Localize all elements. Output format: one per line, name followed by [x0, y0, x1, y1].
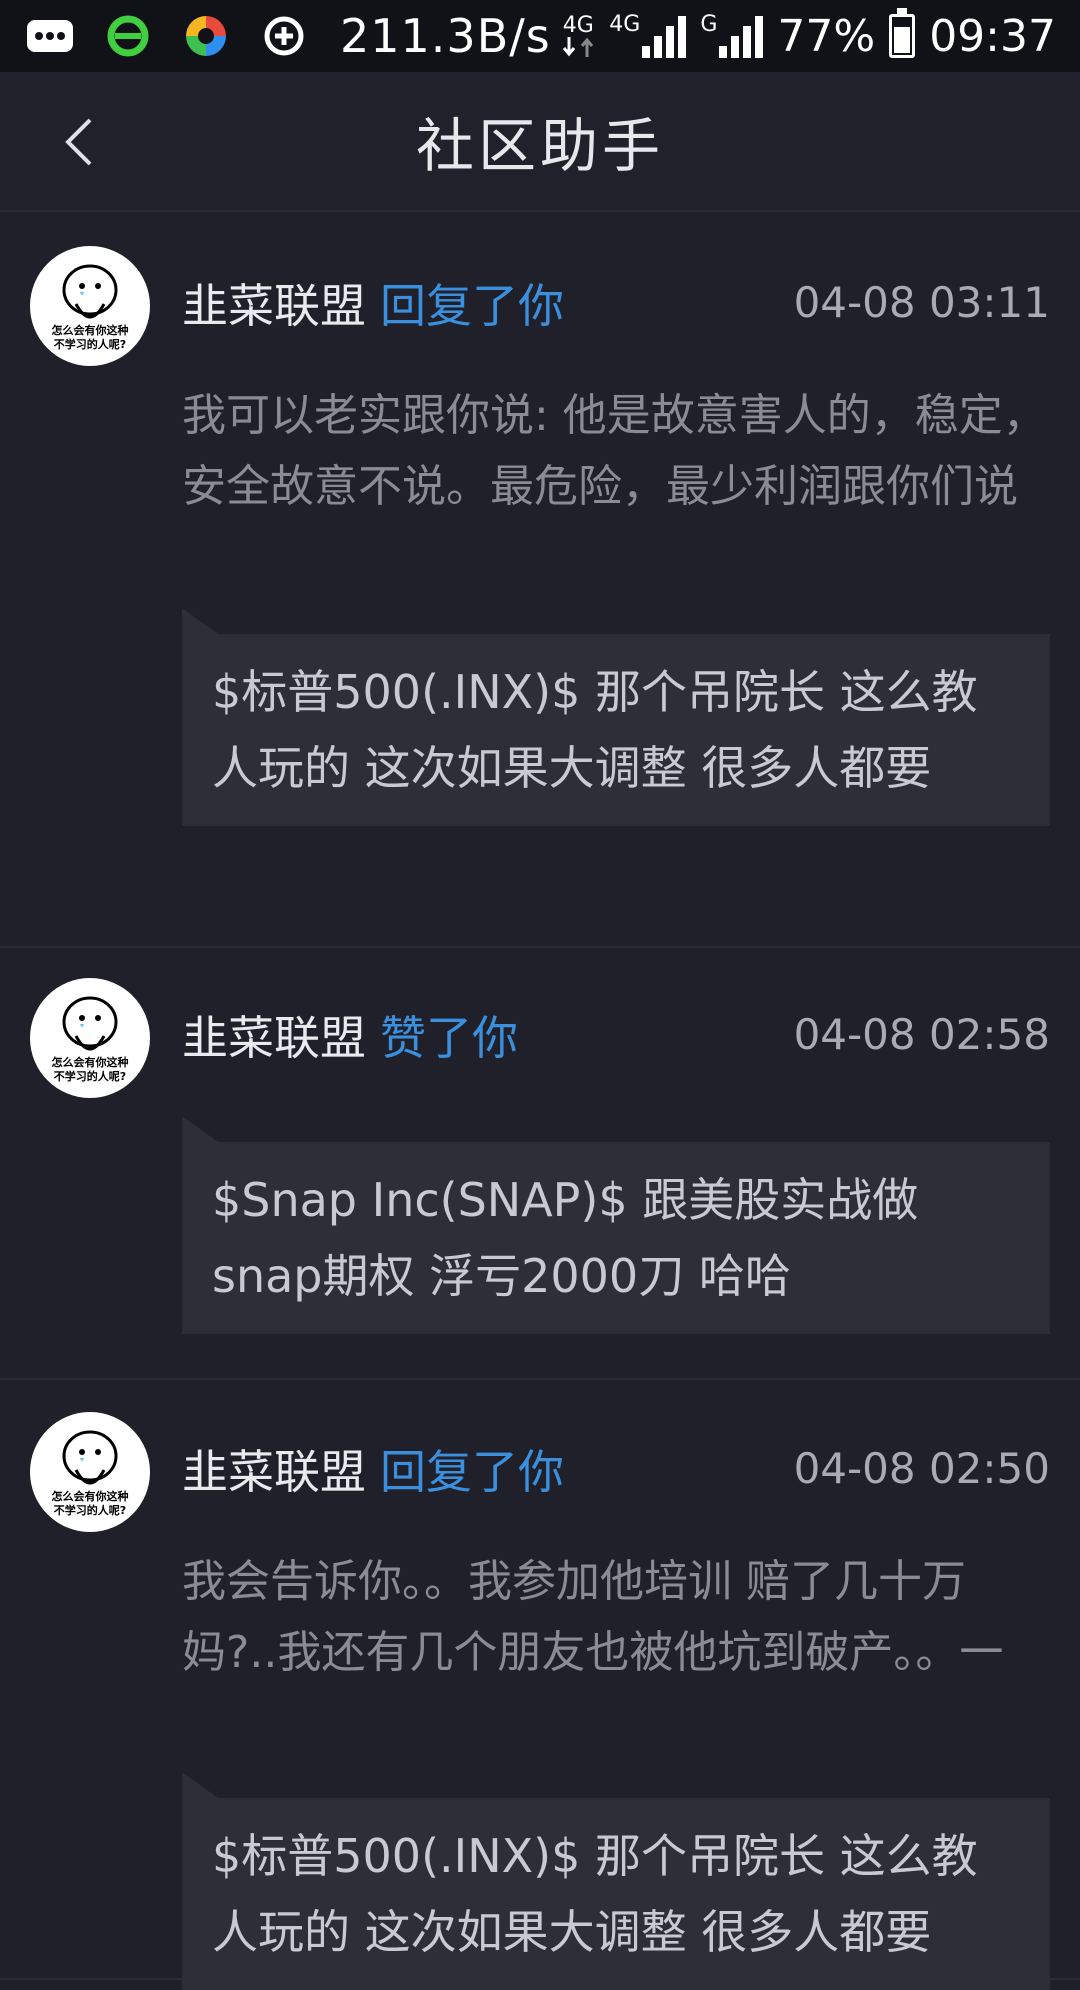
- network-speed: 211.3B/s: [340, 9, 551, 63]
- timestamp: 04-08 02:58: [793, 1010, 1050, 1059]
- quoted-post[interactable]: $标普500(.INX)$ 那个吊院长 这么教人玩的 这次如果大调整 很多人都要: [182, 1772, 1050, 1990]
- quoted-post[interactable]: $标普500(.INX)$ 那个吊院长 这么教人玩的 这次如果大调整 很多人都要: [182, 608, 1050, 826]
- page-title: 社区助手: [415, 112, 664, 180]
- notification-header: 韭菜联盟 回复了你: [182, 270, 564, 336]
- battery-icon: [889, 8, 916, 58]
- comment-text: 我可以老实跟你说: 他是故意害人的，稳定，安全故意不说。最危险，最少利润跟你们说: [182, 390, 1047, 512]
- back-button[interactable]: [50, 112, 110, 172]
- quoted-post[interactable]: $Snap Inc(SNAP)$ 跟美股实战做snap期权 浮亏2000刀 哈哈: [182, 1116, 1050, 1334]
- chevron-left-icon: [65, 118, 92, 166]
- action-label: 回复了你: [380, 1445, 564, 1499]
- status-bar: 211.3B/s 4G 4G G 77% 09:37: [0, 0, 1080, 72]
- user-name[interactable]: 韭菜联盟: [182, 270, 366, 336]
- signal-icon: 4G: [609, 14, 687, 58]
- avatar-caption: 怎么会有你这种 不学习的人呢?: [51, 1056, 129, 1083]
- action-label: 回复了你: [380, 279, 564, 333]
- user-name[interactable]: 韭菜联盟: [182, 1436, 366, 1502]
- avatar[interactable]: 怎么会有你这种 不学习的人呢?: [30, 1412, 150, 1532]
- avatar[interactable]: 怎么会有你这种 不学习的人呢?: [30, 978, 150, 1098]
- avatar-caption: 怎么会有你这种 不学习的人呢?: [51, 1490, 129, 1517]
- user-name[interactable]: 韭菜联盟: [182, 1002, 366, 1068]
- vpn-icon: [258, 14, 310, 58]
- comment-text: 我会告诉你。。我参加他培训 赔了几十万妈?..我还有几个朋友也被他坑到破产。。一: [182, 1556, 1004, 1678]
- avatar-caption: 怎么会有你这种 不学习的人呢?: [51, 324, 129, 351]
- notification-item[interactable]: 怎么会有你这种 不学习的人呢? 韭菜联盟 回复了你 04-08 02:50 我会…: [0, 1380, 1080, 1990]
- signal-icon: G: [700, 14, 764, 58]
- notification-item[interactable]: 怎么会有你这种 不学习的人呢? 韭菜联盟 回复了你 04-08 03:11 我可…: [0, 212, 1080, 948]
- clock: 09:37: [929, 10, 1056, 62]
- app-icon: [180, 14, 232, 58]
- app-header: 社区助手: [0, 72, 1080, 212]
- notification-item[interactable]: 怎么会有你这种 不学习的人呢? 韭菜联盟 赞了你 04-08 02:58 $Sn…: [0, 948, 1080, 1380]
- data-arrows-icon: 4G: [561, 15, 595, 57]
- message-icon: [24, 14, 76, 58]
- battery-percent: 77%: [777, 10, 876, 62]
- browser-icon: [102, 14, 154, 58]
- notification-list: 怎么会有你这种 不学习的人呢? 韭菜联盟 回复了你 04-08 03:11 我可…: [0, 212, 1080, 1990]
- timestamp: 04-08 02:50: [793, 1444, 1050, 1493]
- notification-header: 韭菜联盟 回复了你: [182, 1436, 564, 1502]
- notification-header: 韭菜联盟 赞了你: [182, 1002, 518, 1068]
- timestamp: 04-08 03:11: [793, 278, 1050, 327]
- action-label: 赞了你: [380, 1011, 518, 1065]
- avatar[interactable]: 怎么会有你这种 不学习的人呢?: [30, 246, 150, 366]
